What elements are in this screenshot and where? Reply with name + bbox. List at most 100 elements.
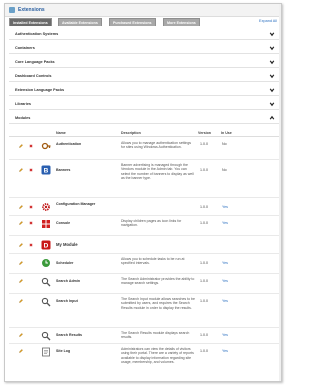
- console-icon: [42, 220, 50, 228]
- section-dashboard-controls[interactable]: Dashboard Controls: [9, 70, 279, 82]
- chevron-down-icon[interactable]: [269, 101, 275, 107]
- svg-text:D: D: [44, 242, 49, 249]
- section-label: Authentication Systems: [15, 32, 59, 36]
- edit-icon[interactable]: [19, 279, 23, 283]
- module-version: 1.0.0: [200, 349, 208, 353]
- gear-icon: [42, 203, 50, 211]
- section-label: Libraries: [15, 102, 32, 106]
- module-in-use: Yes: [222, 279, 228, 283]
- module-description: The Search Administrator provides the ab…: [121, 277, 195, 286]
- module-name: Banners: [56, 168, 71, 172]
- table-row: B Banners Banner advertising is managed …: [9, 160, 279, 198]
- edit-icon[interactable]: [19, 221, 23, 225]
- edit-icon[interactable]: [19, 205, 23, 209]
- module-name: Authentication: [56, 142, 82, 146]
- delete-icon[interactable]: [29, 144, 33, 148]
- module-version: 1.0.0: [200, 261, 208, 265]
- tab-purchased-extensions[interactable]: Purchased Extensions: [109, 18, 156, 26]
- module-in-use: Yes: [222, 261, 228, 265]
- module-version: 1.0.0: [200, 221, 208, 225]
- chevron-down-icon[interactable]: [269, 73, 275, 79]
- module-in-use: Yes: [222, 299, 228, 303]
- section-core-language-packs[interactable]: Core Language Packs: [9, 56, 279, 68]
- chevron-up-icon[interactable]: [269, 115, 275, 121]
- edit-icon[interactable]: [19, 299, 23, 303]
- edit-icon[interactable]: [19, 243, 23, 247]
- search-input-icon: [41, 297, 51, 307]
- module-name: Console: [56, 221, 71, 225]
- chevron-down-icon[interactable]: [269, 45, 275, 51]
- table-row: Configuration Manager 1.0.0 Yes: [9, 198, 279, 216]
- section-label: Core Language Packs: [15, 60, 55, 64]
- delete-icon[interactable]: [29, 243, 33, 247]
- section-label: Modules: [15, 116, 31, 120]
- column-in-use: In Use: [221, 131, 232, 135]
- edit-icon[interactable]: [19, 333, 23, 337]
- module-version: 1.0.0: [200, 279, 208, 283]
- extensions-icon: [9, 7, 15, 13]
- table-row: Scheduler Allows you to schedule tasks t…: [9, 254, 279, 274]
- tab-strip: Installed Extensions Available Extension…: [9, 18, 279, 26]
- table-row: Search Results The Search Results module…: [9, 328, 279, 344]
- section-modules[interactable]: Modules: [9, 112, 279, 124]
- edit-icon[interactable]: [19, 349, 23, 353]
- module-in-use: Yes: [222, 205, 228, 209]
- search-results-icon: [41, 331, 51, 341]
- module-version: 1.0.0: [200, 168, 208, 172]
- module-in-use: Yes: [222, 221, 228, 225]
- module-name: Scheduler: [56, 261, 74, 265]
- module-name: Search Input: [56, 299, 78, 303]
- column-version: Version: [198, 131, 211, 135]
- module-name: My Module: [56, 242, 78, 247]
- modules-table-header: Name Description Version In Use: [9, 128, 279, 137]
- search-admin-icon: [41, 277, 51, 287]
- chevron-down-icon[interactable]: [269, 87, 275, 93]
- module-description: Display children pages as icon links for…: [121, 219, 182, 228]
- module-description: Administrators can view the details of v…: [121, 347, 194, 365]
- module-description: The Search Results module displays searc…: [121, 331, 190, 340]
- delete-icon[interactable]: [29, 221, 33, 225]
- module-version: 1.0.0: [200, 142, 208, 146]
- scrollbar[interactable]: [279, 4, 281, 381]
- section-containers[interactable]: Containers: [9, 42, 279, 54]
- table-row: Authentication Allows you to manage auth…: [9, 138, 279, 160]
- module-name: Search Results: [56, 333, 82, 337]
- banners-icon: B: [41, 165, 51, 175]
- table-row: Search Admin The Search Administrator pr…: [9, 274, 279, 294]
- title-bar: Extensions: [5, 4, 281, 17]
- tab-available-extensions[interactable]: Available Extensions: [58, 18, 102, 26]
- delete-icon[interactable]: [29, 205, 33, 209]
- table-row: Console Display children pages as icon l…: [9, 216, 279, 236]
- chevron-down-icon[interactable]: [269, 59, 275, 65]
- tab-more-extensions[interactable]: More Extensions: [163, 18, 200, 26]
- module-version: 1.0.0: [200, 205, 208, 209]
- edit-icon[interactable]: [19, 168, 23, 172]
- svg-text:B: B: [44, 167, 49, 174]
- module-version: 1.0.0: [200, 299, 208, 303]
- expand-all-link[interactable]: Expand All: [259, 19, 277, 23]
- delete-icon[interactable]: [29, 168, 33, 172]
- my-module-icon: D: [41, 240, 51, 250]
- chevron-down-icon[interactable]: [269, 31, 275, 37]
- table-row: Search Input The Search Input module all…: [9, 294, 279, 328]
- section-libraries[interactable]: Libraries: [9, 98, 279, 110]
- column-description: Description: [121, 131, 141, 135]
- tab-installed-extensions[interactable]: Installed Extensions: [9, 18, 52, 26]
- table-row: D My Module: [9, 236, 279, 254]
- extensions-window: Extensions Installed Extensions Availabl…: [4, 3, 282, 382]
- table-row: Site Log Administrators can view the det…: [9, 344, 279, 381]
- edit-icon[interactable]: [19, 144, 23, 148]
- scheduler-icon: [42, 259, 50, 267]
- page-title: Extensions: [18, 7, 45, 13]
- section-label: Dashboard Controls: [15, 74, 52, 78]
- module-name: Search Admin: [56, 279, 81, 283]
- edit-icon[interactable]: [19, 261, 23, 265]
- module-in-use: No: [222, 142, 227, 146]
- module-in-use: Yes: [222, 349, 228, 353]
- section-authentication-systems[interactable]: Authentication Systems: [9, 28, 279, 40]
- module-description: The Search Input module allows searches …: [121, 297, 195, 310]
- module-in-use: No: [222, 168, 227, 172]
- authentication-icon: [41, 142, 51, 150]
- section-extension-language-packs[interactable]: Extension Language Packs: [9, 84, 279, 96]
- module-name: Configuration Manager: [56, 202, 96, 206]
